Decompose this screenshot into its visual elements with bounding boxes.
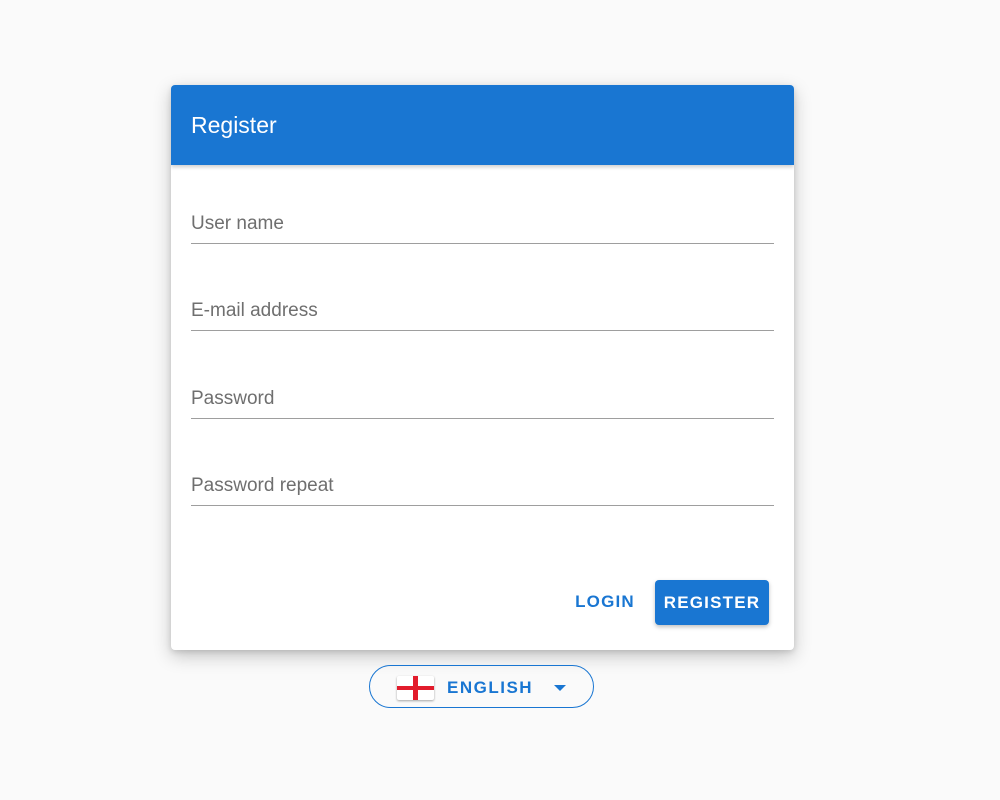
password-input[interactable]: [191, 380, 774, 419]
password-field: [191, 380, 774, 420]
username-field: [191, 205, 774, 245]
email-input[interactable]: [191, 292, 774, 331]
card-header: Register: [171, 85, 794, 165]
language-selector[interactable]: ENGLISH: [369, 665, 594, 708]
england-flag-icon: [397, 676, 434, 700]
login-button[interactable]: LOGIN: [565, 581, 645, 623]
username-input[interactable]: [191, 205, 774, 244]
register-card: Register LOGIN REGISTER: [171, 85, 794, 650]
email-field: [191, 292, 774, 332]
register-button[interactable]: REGISTER: [655, 580, 769, 625]
arrow-drop-down-icon: [554, 685, 566, 691]
password-repeat-field: [191, 467, 774, 507]
language-label: ENGLISH: [447, 678, 534, 697]
password-repeat-input[interactable]: [191, 467, 774, 506]
card-title: Register: [191, 112, 277, 138]
